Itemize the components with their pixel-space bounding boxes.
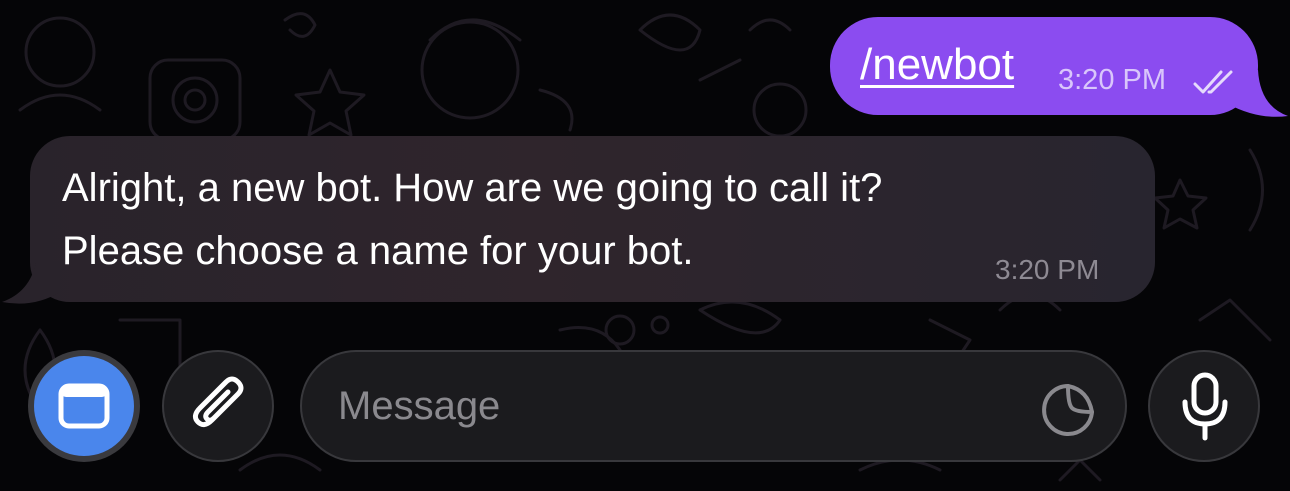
incoming-bubble-tail	[2, 262, 60, 304]
outgoing-message-time: 3:20 PM	[1058, 64, 1166, 96]
incoming-message-line-1: Alright, a new bot. How are we going to …	[62, 166, 883, 210]
message-input-placeholder: Message	[338, 384, 501, 428]
paperclip-icon	[192, 376, 244, 428]
app-menu-button[interactable]	[28, 350, 140, 462]
incoming-message-text: Alright, a new bot. How are we going to …	[62, 157, 1142, 283]
attach-button[interactable]	[162, 350, 274, 462]
microphone-icon	[1182, 372, 1228, 441]
outgoing-message-text[interactable]: /newbot	[860, 40, 1014, 90]
double-check-read-icon	[1193, 70, 1233, 94]
incoming-message-time: 3:20 PM	[995, 254, 1100, 285]
sticker-icon[interactable]	[1038, 382, 1098, 438]
incoming-message-line-2: Please choose a name for your bot.	[62, 229, 694, 273]
window-icon	[58, 383, 110, 429]
voice-message-button[interactable]	[1148, 350, 1260, 462]
